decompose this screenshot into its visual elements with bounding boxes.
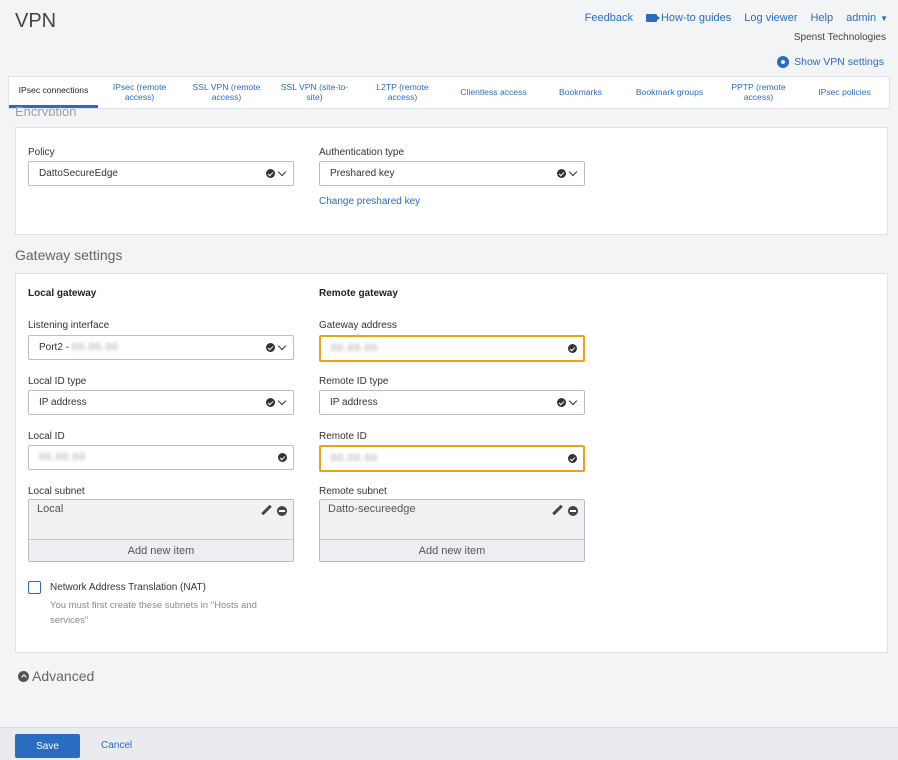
tab-ipsec-connections[interactable]: IPsec connections [9,77,98,108]
tab-bar: IPsec connections IPsec (remote access) … [8,76,890,109]
feedback-link[interactable]: Feedback [585,12,633,24]
edit-pencil-icon[interactable] [552,505,563,516]
admin-label: admin [846,12,877,24]
chevron-up-circle-icon [18,670,29,682]
local-id-label: Local ID [28,431,65,442]
check-circle-icon [278,453,287,462]
tab-ipsec-remote-access[interactable]: IPsec (remote access) [98,77,181,108]
check-circle-icon [266,343,275,352]
local-id-value: 00.00.00 [39,452,86,463]
chevron-down-icon [568,396,578,406]
show-vpn-settings-label: Show VPN settings [794,56,884,68]
gateway-address-value: 00.00.00 [331,343,378,354]
local-gateway-heading: Local gateway [28,288,97,299]
remove-minus-icon[interactable] [568,505,578,516]
local-id-input[interactable]: 00.00.00 [28,445,294,470]
check-circle-icon [266,398,275,407]
howto-guides-link[interactable]: How-to guides [645,12,732,24]
remote-subnet-item: Datto-secureedge [328,503,416,515]
gear-icon [777,56,790,68]
remote-subnet-label: Remote subnet [319,486,387,497]
remote-id-type-select[interactable]: IP address [319,390,585,415]
admin-menu[interactable]: admin ▼ [846,12,888,24]
gateway-address-input[interactable]: 00.00.00 [319,335,585,362]
remote-id-type-value: IP address [330,397,378,408]
nat-hint: You must first create these subnets in "… [50,600,257,626]
advanced-label: Advanced [32,668,95,684]
show-vpn-settings-link[interactable]: Show VPN settings [777,56,884,68]
remote-id-value: 00.00.00 [331,453,378,464]
tab-clientless-access[interactable]: Clientless access [448,77,539,108]
check-circle-icon [568,454,577,463]
nat-checkbox[interactable] [28,581,41,594]
chevron-down-icon [568,167,578,177]
tab-bookmark-groups[interactable]: Bookmark groups [622,77,717,108]
auth-type-value: Preshared key [330,168,395,179]
top-navigation: Feedback How-to guides Log viewer Help a… [585,12,888,24]
help-link[interactable]: Help [810,12,833,24]
local-subnet-label: Local subnet [28,486,85,497]
company-name: Spenst Technologies [793,32,886,43]
edit-pencil-icon[interactable] [261,505,272,516]
remote-subnet-add-item[interactable]: Add new item [320,539,584,561]
chevron-down-icon [277,341,287,351]
tab-ssl-vpn-remote-access[interactable]: SSL VPN (remote access) [181,77,272,108]
listening-interface-label: Listening interface [28,320,110,331]
policy-select[interactable]: DattoSecureEdge [28,161,294,186]
log-viewer-link[interactable]: Log viewer [744,12,797,24]
video-camera-icon [645,14,660,22]
tab-ssl-vpn-site-to-site[interactable]: SSL VPN (site-to-site) [272,77,357,108]
listening-interface-ip-blurred: 00.00.00 [71,342,119,353]
advanced-toggle[interactable]: Advanced [18,668,94,684]
howto-guides-label: How-to guides [660,12,732,24]
gateway-address-label: Gateway address [319,320,397,331]
local-subnet-item: Local [37,503,64,515]
listening-interface-value: Port2 - [39,342,70,353]
local-id-type-label: Local ID type [28,376,87,387]
check-circle-icon [557,398,566,407]
check-circle-icon [266,169,275,178]
footer-bar [0,727,898,760]
check-circle-icon [557,169,566,178]
nat-label: Network Address Translation (NAT) [50,582,206,593]
check-circle-icon [568,344,577,353]
local-id-type-value: IP address [39,397,87,408]
local-id-type-select[interactable]: IP address [28,390,294,415]
policy-value: DattoSecureEdge [39,168,118,179]
save-button[interactable]: Save [15,734,80,758]
auth-type-label: Authentication type [319,147,405,158]
chevron-down-icon [277,167,287,177]
change-preshared-key-link[interactable]: Change preshared key [319,196,420,207]
auth-type-select[interactable]: Preshared key [319,161,585,186]
remote-gateway-heading: Remote gateway [319,288,398,299]
tab-pptp-remote-access[interactable]: PPTP (remote access) [717,77,800,108]
local-subnet-list: Local Add new item [28,499,294,562]
remote-subnet-list: Datto-secureedge Add new item [319,499,585,562]
chevron-down-icon [277,396,287,406]
encryption-heading: Encryption [15,106,77,116]
listening-interface-select[interactable]: Port2 - 00.00.00 [28,335,294,360]
tab-bookmarks[interactable]: Bookmarks [539,77,622,108]
tab-l2tp-remote-access[interactable]: L2TP (remote access) [357,77,448,108]
local-subnet-add-item[interactable]: Add new item [29,539,293,561]
remote-id-type-label: Remote ID type [319,376,389,387]
policy-label: Policy [28,147,55,158]
remote-id-input[interactable]: 00.00.00 [319,445,585,472]
tab-ipsec-policies[interactable]: IPsec policies [800,77,889,108]
caret-down-icon: ▼ [880,13,888,23]
remote-id-label: Remote ID [319,431,367,442]
cancel-button[interactable]: Cancel [101,740,132,751]
remove-minus-icon[interactable] [277,505,287,516]
gateway-settings-title: Gateway settings [15,247,123,263]
page-title: VPN [15,10,57,32]
